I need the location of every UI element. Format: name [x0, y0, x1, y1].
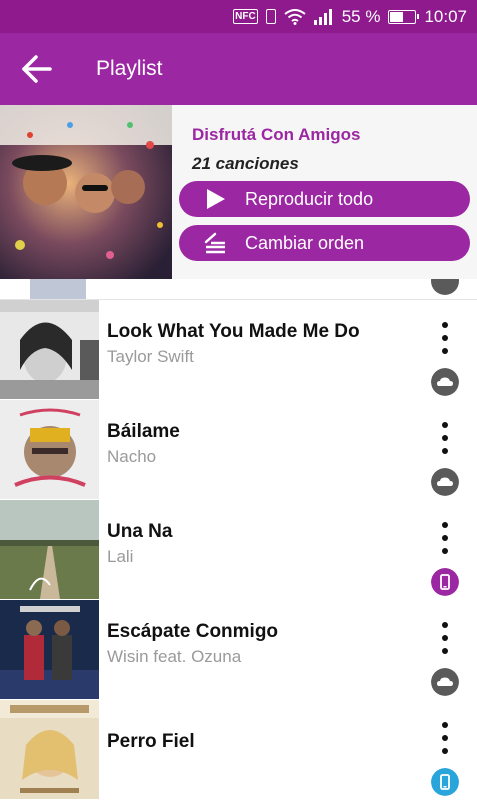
reorder-icon [204, 232, 225, 254]
clock: 10:07 [424, 6, 467, 26]
list-item-partial [0, 279, 477, 300]
more-options-icon[interactable] [436, 422, 454, 458]
more-options-icon[interactable] [436, 622, 454, 658]
song-row[interactable]: Perro Fiel [0, 700, 477, 800]
wifi-icon [284, 8, 306, 25]
battery-percent: 55 % [341, 6, 381, 26]
playlist-header: Disfrutá Con Amigos 21 canciones Reprodu… [0, 105, 477, 279]
page-title: Playlist [96, 57, 163, 80]
song-row[interactable]: Escápate Conmigo Wisin feat. Ozuna [0, 600, 477, 701]
song-artist: Wisin feat. Ozuna [107, 647, 242, 666]
cloud-icon [431, 368, 459, 396]
playlist-cover-image [0, 105, 172, 279]
change-order-label: Cambiar orden [245, 233, 365, 253]
play-all-label: Reproducir todo [245, 189, 374, 209]
more-options-icon[interactable] [436, 722, 454, 758]
song-title: Escápate Conmigo [107, 621, 279, 642]
app-bar: Playlist [0, 33, 477, 105]
vibrate-icon [265, 9, 276, 24]
cloud-icon [431, 668, 459, 696]
play-all-button[interactable]: Reproducir todo [179, 181, 470, 217]
song-row[interactable]: Báilame Nacho [0, 400, 477, 501]
song-row[interactable]: Una Na Lali [0, 500, 477, 601]
song-list[interactable]: Look What You Made Me Do Taylor Swift Bá… [0, 279, 477, 800]
song-title: Perro Fiel [107, 731, 195, 752]
playlist-name: Disfrutá Con Amigos [192, 125, 361, 144]
battery-icon [388, 9, 420, 24]
status-icons: NFC 55 % 10:07 [233, 0, 467, 33]
more-options-icon[interactable] [436, 322, 454, 358]
album-art-thumbnail [0, 700, 99, 799]
signal-icon [313, 8, 332, 25]
song-title: Look What You Made Me Do [107, 321, 360, 342]
album-art-thumbnail [0, 600, 99, 699]
arrow-left-icon[interactable] [20, 53, 56, 85]
nfc-icon: NFC [233, 9, 258, 24]
album-art-thumbnail [30, 279, 86, 299]
album-art-thumbnail [0, 300, 99, 399]
song-title: Báilame [107, 421, 180, 442]
status-bar: NFC 55 % 10:07 [0, 0, 477, 33]
cloud-icon [431, 468, 459, 496]
album-art-thumbnail [0, 500, 99, 599]
phone-icon [431, 768, 459, 796]
song-count: 21 canciones [192, 154, 299, 173]
more-options-icon[interactable] [436, 522, 454, 558]
album-art-thumbnail [0, 400, 99, 499]
song-artist: Lali [107, 547, 134, 566]
change-order-button[interactable]: Cambiar orden [179, 225, 470, 261]
song-title: Una Na [107, 521, 173, 542]
song-row[interactable]: Look What You Made Me Do Taylor Swift [0, 300, 477, 401]
cloud-icon [431, 279, 459, 295]
play-icon [207, 189, 225, 209]
song-artist: Nacho [107, 447, 157, 466]
phone-icon [431, 568, 459, 596]
song-artist: Taylor Swift [107, 347, 194, 366]
battery-fill [390, 11, 404, 22]
